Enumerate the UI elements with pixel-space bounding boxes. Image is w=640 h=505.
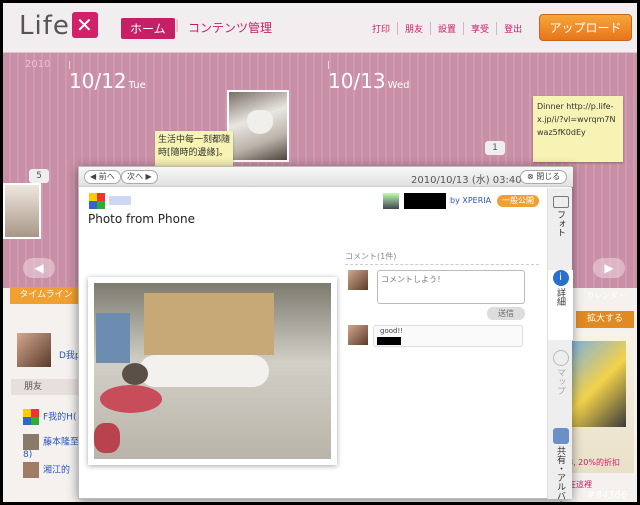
timeline-date-1012: 10/12 Tue xyxy=(69,69,146,93)
nav-contents-link[interactable]: コンテンツ管理 xyxy=(188,19,272,36)
timeline-tick xyxy=(328,61,329,69)
photo-box-shape xyxy=(144,293,274,355)
send-button[interactable]: 送信 xyxy=(487,307,525,320)
tab-calendar[interactable]: カレンダー xyxy=(586,290,626,301)
timeline-photo-left[interactable] xyxy=(3,183,41,239)
ad-banner[interactable]: 8, 20%的折扣 在這裡 xyxy=(566,333,634,489)
comment-text: good!! xyxy=(380,327,404,335)
nav-home-button[interactable]: ホーム xyxy=(121,18,175,39)
comment-author-redacted xyxy=(377,337,401,345)
friend-avatar xyxy=(23,434,39,450)
friend-avatar xyxy=(23,409,39,425)
friend-name: 湘江的 xyxy=(43,465,71,476)
scroll-left-arrow-icon[interactable]: ◀ xyxy=(23,258,55,278)
header-bar: Life ✕ ホーム | コンテンツ管理 打印 朋友 設置 享受 登出 アップロー… xyxy=(3,3,637,53)
zoom-button[interactable]: 拡大する xyxy=(576,311,634,328)
side-tab-bar: フォト i 詳細 マップ 共有・アルバム xyxy=(547,188,573,502)
tab-share-album[interactable]: 共有・アルバム xyxy=(548,428,573,502)
link-logout[interactable]: 登出 xyxy=(496,22,529,35)
comment-input[interactable]: コメントしよう！ xyxy=(377,270,525,304)
cat-face xyxy=(247,110,273,134)
poster-name-redacted xyxy=(404,193,446,209)
ad-text: 8, 20%的折扣 xyxy=(568,458,620,467)
friend-item[interactable]: 藤本隆至 8) xyxy=(23,434,81,460)
timeline-year: 2010 xyxy=(25,59,51,70)
info-icon: i xyxy=(552,270,569,286)
tab-label: 共有・アルバム xyxy=(555,446,565,502)
owner-avatar[interactable] xyxy=(89,193,105,209)
tab-photo[interactable]: フォト xyxy=(548,196,573,262)
device-label: by XPERIA xyxy=(450,196,492,205)
date-day: 10/12 xyxy=(69,69,127,93)
tab-label: フォト xyxy=(555,210,565,237)
link-friends[interactable]: 朋友 xyxy=(397,22,430,35)
photo-cat-head xyxy=(122,363,148,385)
logo-x-icon: ✕ xyxy=(71,12,98,38)
logo-text: Life xyxy=(19,11,70,41)
friends-header: 朋友 xyxy=(11,379,81,395)
friend-avatar xyxy=(23,462,39,478)
nav-separator: | xyxy=(175,18,180,32)
timeline-note-2[interactable]: Dinner http://p.life-x.jp/i/?vl=wvrqm7Nw… xyxy=(533,96,623,162)
watermark: #84366 xyxy=(587,490,628,501)
link-enjoy[interactable]: 享受 xyxy=(463,22,496,35)
photo-cat-body xyxy=(139,355,269,387)
photo-slipper xyxy=(94,423,120,453)
comment-item: good!! xyxy=(373,325,523,347)
date-day: 10/13 xyxy=(328,69,386,93)
share-users-icon xyxy=(552,428,569,444)
photo-icon xyxy=(552,196,569,208)
app-frame: Life ✕ ホーム | コンテンツ管理 打印 朋友 設置 享受 登出 アップロー… xyxy=(3,3,637,502)
scroll-right-arrow-icon[interactable]: ▶ xyxy=(593,258,625,278)
tab-label: マップ xyxy=(555,368,565,395)
count-badge: 1 xyxy=(485,141,505,155)
friend-name: F我的H( xyxy=(43,412,77,423)
poster-avatar[interactable] xyxy=(383,193,399,209)
tab-details[interactable]: i 詳細 xyxy=(548,270,573,340)
commenter-avatar[interactable] xyxy=(348,325,368,345)
link-print[interactable]: 打印 xyxy=(365,22,397,35)
visibility-badge[interactable]: 一般公開 xyxy=(497,195,539,207)
photo-title: Photo from Phone xyxy=(88,212,195,226)
commenter-avatar xyxy=(348,270,368,290)
tab-map[interactable]: マップ xyxy=(548,350,573,412)
photo-pc-shape xyxy=(96,313,130,363)
timeline-note-1[interactable]: 生活中每一刻都隨時[隨時的邊緣]。 xyxy=(155,131,233,171)
post-datetime: 2010/10/13 (水) 03:40 xyxy=(411,175,522,186)
photo-slipper xyxy=(100,385,162,413)
close-button[interactable]: ⊗ 閉じる xyxy=(520,170,568,184)
friend-item[interactable]: F我的H( xyxy=(23,409,81,427)
photo-image xyxy=(94,283,331,459)
ad-image xyxy=(572,341,626,427)
timeline-date-1013: 10/13 Wed xyxy=(328,69,409,93)
comments-header: コメント(1件) xyxy=(345,251,539,265)
tab-label: 詳細 xyxy=(555,288,565,306)
next-button[interactable]: 次へ ▶ xyxy=(121,170,158,184)
link-settings[interactable]: 設置 xyxy=(430,22,463,35)
prev-button[interactable]: ◀ 前へ xyxy=(84,170,121,184)
tab-timeline[interactable]: タイムライン xyxy=(10,287,82,304)
count-badge: 5 xyxy=(29,169,49,183)
timeline-tick xyxy=(69,61,70,69)
avatar[interactable] xyxy=(17,333,51,367)
modal-toolbar: ◀ 前へ 次へ ▶ 2010/10/13 (水) 03:40 ⊗ 閉じる xyxy=(79,167,573,187)
timeline-photo-cat[interactable] xyxy=(227,90,289,162)
map-pin-icon xyxy=(552,350,569,366)
photo-detail-modal: ◀ 前へ 次へ ▶ 2010/10/13 (水) 03:40 ⊗ 閉じる Pho… xyxy=(78,166,573,502)
upload-button[interactable]: アップロード xyxy=(539,14,632,41)
date-weekday: Tue xyxy=(128,80,146,91)
owner-name-link[interactable] xyxy=(109,196,131,205)
photo-frame[interactable] xyxy=(88,277,337,465)
top-links: 打印 朋友 設置 享受 登出 xyxy=(365,22,529,35)
logo[interactable]: Life ✕ xyxy=(19,11,98,41)
friend-item[interactable]: 湘江的 xyxy=(23,462,81,480)
date-weekday: Wed xyxy=(387,80,410,91)
